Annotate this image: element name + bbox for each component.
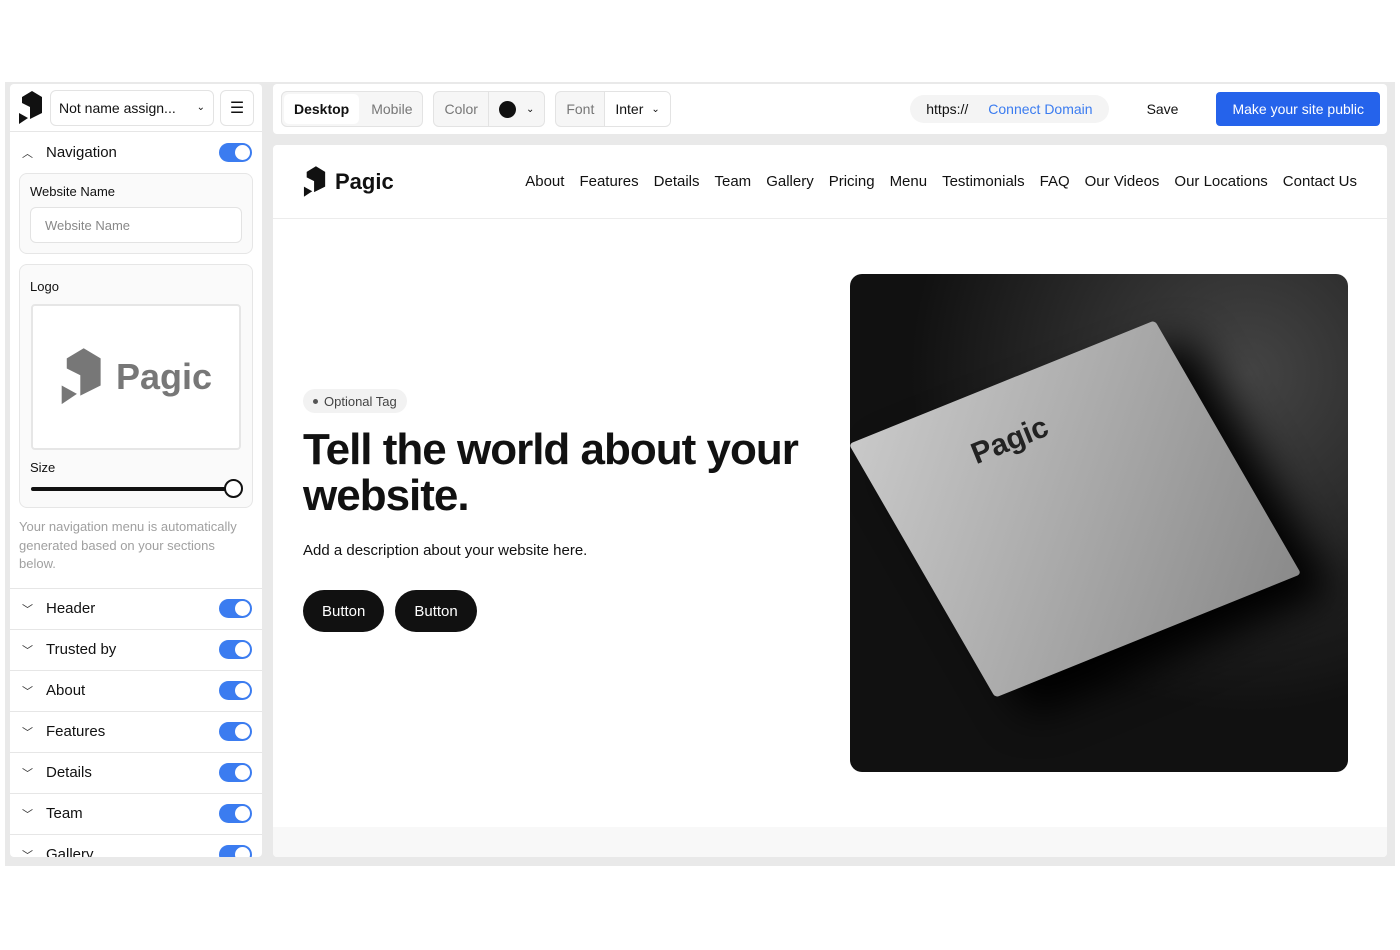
site-preview: Pagic About Features Details Team Gallery Pri… (273, 145, 1387, 857)
project-select[interactable]: Not name assign... ⌄ (50, 89, 214, 126)
section-features[interactable]: ﹀ Features (10, 712, 262, 753)
product-box (850, 320, 1302, 698)
menu-icon: ☰ (229, 99, 245, 117)
chevron-down-icon: ﹀ (22, 849, 33, 858)
sidebar: Not name assign... ⌄ ☰ ︿ Navigation Websi… (10, 84, 262, 857)
tag-text: Optional Tag (324, 393, 397, 409)
pagic-logo-icon (303, 165, 326, 197)
logo-text: Pagic (115, 356, 213, 397)
nav-link[interactable]: FAQ (1040, 173, 1070, 190)
section-details[interactable]: ﹀ Details (10, 753, 262, 794)
chevron-down-icon: ﹀ (22, 726, 33, 739)
brand-name: Pagic (335, 168, 394, 194)
nav-link[interactable]: Pricing (829, 173, 875, 190)
nav-link[interactable]: About (525, 173, 564, 190)
color-picker[interactable]: Color ⌄ (433, 91, 546, 127)
nav-link[interactable]: Features (579, 173, 638, 190)
chevron-up-icon: ︿ (22, 147, 33, 160)
color-swatch (498, 100, 516, 118)
nav-link[interactable]: Contact Us (1283, 173, 1357, 190)
nav-link[interactable]: Team (715, 173, 752, 190)
section-label: Navigation (46, 144, 117, 161)
nav-link[interactable]: Details (654, 173, 700, 190)
save-button[interactable]: Save (1119, 101, 1207, 117)
next-section (273, 827, 1387, 857)
section-toggle[interactable] (219, 763, 252, 782)
logo-label: Logo (30, 279, 59, 294)
size-slider[interactable] (31, 479, 243, 498)
tab-mobile[interactable]: Mobile (361, 92, 422, 126)
section-toggle[interactable] (219, 722, 252, 741)
publish-button[interactable]: Make your site public (1216, 92, 1380, 126)
chevron-down-icon: ⌄ (196, 102, 205, 113)
domain-field: https:// Connect Domain (910, 95, 1109, 123)
website-name-input[interactable]: Website Name (30, 207, 242, 243)
section-team[interactable]: ﹀ Team (10, 794, 262, 835)
hero-image: Pagic (850, 274, 1348, 772)
nav-link[interactable]: Our Videos (1085, 173, 1160, 190)
navigation-toggle[interactable] (219, 143, 252, 162)
size-label: Size (30, 460, 56, 475)
section-label: Team (46, 805, 83, 822)
chevron-down-icon: ﹀ (22, 644, 33, 657)
navigation-hint: Your navigation menu is automatically ge… (19, 519, 237, 571)
chevron-down-icon: ﹀ (22, 808, 33, 821)
toolbar: Desktop Mobile Color ⌄ Font Inter ⌄ https… (273, 84, 1387, 134)
section-toggle[interactable] (219, 640, 252, 659)
website-name-card: Website Name Website Name (19, 173, 253, 254)
pagic-logo-icon (19, 90, 42, 124)
section-gallery[interactable]: ﹀ Gallery (10, 835, 262, 858)
menu-button[interactable]: ☰ (220, 89, 254, 126)
website-name-label: Website Name (30, 184, 116, 199)
site-brand[interactable]: Pagic (303, 165, 394, 199)
tab-desktop[interactable]: Desktop (284, 94, 360, 124)
chevron-down-icon: ﹀ (22, 685, 33, 698)
section-trusted-by[interactable]: ﹀ Trusted by (10, 630, 262, 671)
hero-title: Tell the world about your website. (303, 425, 799, 520)
hero-description: Add a description about your website her… (303, 542, 588, 559)
font-value: Inter (615, 101, 644, 117)
project-name: Not name assign... (59, 99, 176, 116)
site-nav: Pagic About Features Details Team Gallery Pri… (273, 145, 1387, 219)
section-toggle[interactable] (219, 681, 252, 700)
hero-button-primary[interactable]: Button (303, 590, 385, 632)
section-header[interactable]: ﹀ Header (10, 589, 262, 630)
section-label: About (46, 682, 86, 699)
nav-link[interactable]: Our Locations (1174, 173, 1267, 190)
chevron-down-icon: ﹀ (22, 603, 33, 616)
chevron-down-icon: ⌄ (651, 103, 660, 115)
url-prefix: https:// (926, 101, 969, 117)
device-switch: Desktop Mobile (281, 91, 424, 127)
slider-thumb[interactable] (224, 479, 243, 498)
color-label: Color (444, 101, 478, 117)
optional-tag: Optional Tag (303, 389, 407, 413)
nav-links: About Features Details Team Gallery Pricing Me… (525, 173, 1357, 190)
dot-icon (313, 398, 318, 404)
section-navigation[interactable]: ︿ Navigation (10, 132, 262, 173)
section-toggle[interactable] (219, 845, 252, 857)
chevron-down-icon: ﹀ (22, 767, 33, 780)
font-picker[interactable]: Font Inter ⌄ (555, 91, 671, 127)
logo-upload[interactable]: Pagic (31, 304, 241, 450)
section-toggle[interactable] (219, 599, 252, 618)
connect-domain-link[interactable]: Connect Domain (988, 101, 1092, 117)
section-toggle[interactable] (219, 804, 252, 823)
section-label: Header (46, 600, 96, 617)
chevron-down-icon: ⌄ (525, 103, 535, 115)
section-label: Features (46, 723, 106, 740)
pagic-logo-icon (61, 348, 101, 405)
section-label: Details (46, 764, 92, 781)
hero-button-secondary[interactable]: Button (395, 590, 477, 632)
font-label: Font (566, 101, 595, 117)
section-label: Trusted by (46, 641, 117, 658)
nav-link[interactable]: Gallery (766, 173, 814, 190)
section-label: Gallery (46, 846, 94, 857)
section-about[interactable]: ﹀ About (10, 671, 262, 712)
logo-card: Logo Pagic Size (19, 264, 253, 508)
nav-link[interactable]: Testimonials (942, 173, 1025, 190)
nav-link[interactable]: Menu (890, 173, 928, 190)
